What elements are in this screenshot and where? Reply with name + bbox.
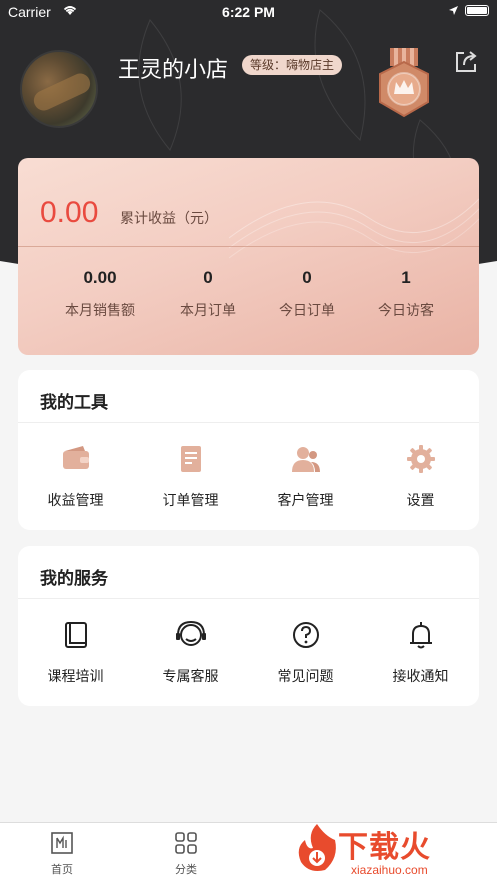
watermark-logo: 下载火 xiazaihuo.com — [293, 818, 497, 883]
tool-label: 订单管理 — [162, 493, 219, 509]
stat-value: 0 — [203, 268, 213, 287]
wave-decoration — [229, 198, 479, 259]
watermark-subtext: xiazaihuo.com — [351, 863, 428, 877]
order-icon — [180, 446, 201, 472]
total-earnings-label: 累计收益（元） — [120, 211, 218, 227]
share-icon[interactable] — [452, 48, 480, 76]
tool-label: 设置 — [406, 493, 435, 509]
stat-monthly-orders[interactable]: 0 本月订单 — [153, 268, 263, 320]
service-course-training[interactable]: 课程培训 — [18, 618, 133, 686]
service-faq[interactable]: 常见问题 — [248, 618, 363, 686]
question-icon — [292, 622, 319, 648]
stat-value: 0.00 — [83, 268, 117, 287]
watermark-text: 下载火 — [338, 830, 431, 865]
tool-label: 接收通知 — [392, 669, 449, 685]
headset-icon — [175, 620, 206, 646]
stat-monthly-sales[interactable]: 0.00 本月销售额 — [45, 268, 155, 320]
stat-today-visitors[interactable]: 1 今日访客 — [351, 268, 461, 320]
tool-earnings-management[interactable]: 收益管理 — [18, 442, 133, 510]
grid-icon — [175, 832, 197, 854]
tool-label: 课程培训 — [47, 669, 104, 685]
stat-value: 1 — [401, 268, 411, 287]
tool-settings[interactable]: 设置 — [363, 442, 478, 510]
tool-label: 专属客服 — [162, 669, 219, 685]
tab-label: 分类 — [175, 863, 197, 876]
gear-icon — [406, 445, 435, 473]
status-right — [448, 5, 489, 16]
level-badge: 等级：嗨物店主 — [242, 55, 343, 75]
stat-label: 今日订单 — [279, 303, 335, 319]
avatar[interactable] — [20, 50, 98, 128]
section-title: 我的服务 — [40, 569, 108, 589]
my-tools-section: 我的工具 收益管理 订单管理 客户管理 设置 — [18, 370, 479, 530]
tool-label: 常见问题 — [277, 669, 334, 685]
service-customer-support[interactable]: 专属客服 — [133, 618, 248, 686]
wallet-icon — [62, 446, 89, 469]
section-divider — [18, 598, 479, 599]
service-notifications[interactable]: 接收通知 — [363, 618, 478, 686]
stat-label: 本月销售额 — [65, 303, 135, 319]
location-arrow-icon — [449, 6, 458, 15]
earnings-divider — [18, 246, 479, 247]
earnings-card: 0.00 累计收益（元） 0.00 本月销售额 0 本月订单 0 今日订单 1 … — [18, 158, 479, 355]
home-icon — [51, 832, 73, 854]
tab-home[interactable]: 首页 — [32, 831, 92, 877]
customers-icon — [291, 447, 320, 472]
battery-icon — [465, 5, 489, 16]
tab-categories[interactable]: 分类 — [156, 831, 216, 877]
book-icon — [64, 622, 87, 648]
section-divider — [18, 422, 479, 423]
stat-label: 今日访客 — [378, 303, 434, 319]
stat-label: 本月订单 — [180, 303, 236, 319]
tool-label: 客户管理 — [277, 493, 334, 509]
medal-icon[interactable] — [372, 48, 436, 122]
status-bar: Carrier 6:22 PM — [0, 0, 497, 24]
tool-customer-management[interactable]: 客户管理 — [248, 442, 363, 510]
section-title: 我的工具 — [40, 393, 108, 413]
status-time: 6:22 PM — [222, 4, 275, 20]
tool-label: 收益管理 — [47, 493, 104, 509]
shop-name: 王灵的小店 — [118, 58, 229, 83]
tool-order-management[interactable]: 订单管理 — [133, 442, 248, 510]
stat-value: 0 — [302, 268, 312, 287]
total-earnings-value: 0.00 — [40, 196, 99, 229]
tab-label: 首页 — [51, 863, 73, 876]
bell-icon — [409, 622, 432, 649]
flame-logo-icon — [298, 824, 336, 871]
stat-today-orders[interactable]: 0 今日订单 — [252, 268, 362, 320]
my-services-section: 我的服务 课程培训 专属客服 常见问题 接收通知 — [18, 546, 479, 706]
